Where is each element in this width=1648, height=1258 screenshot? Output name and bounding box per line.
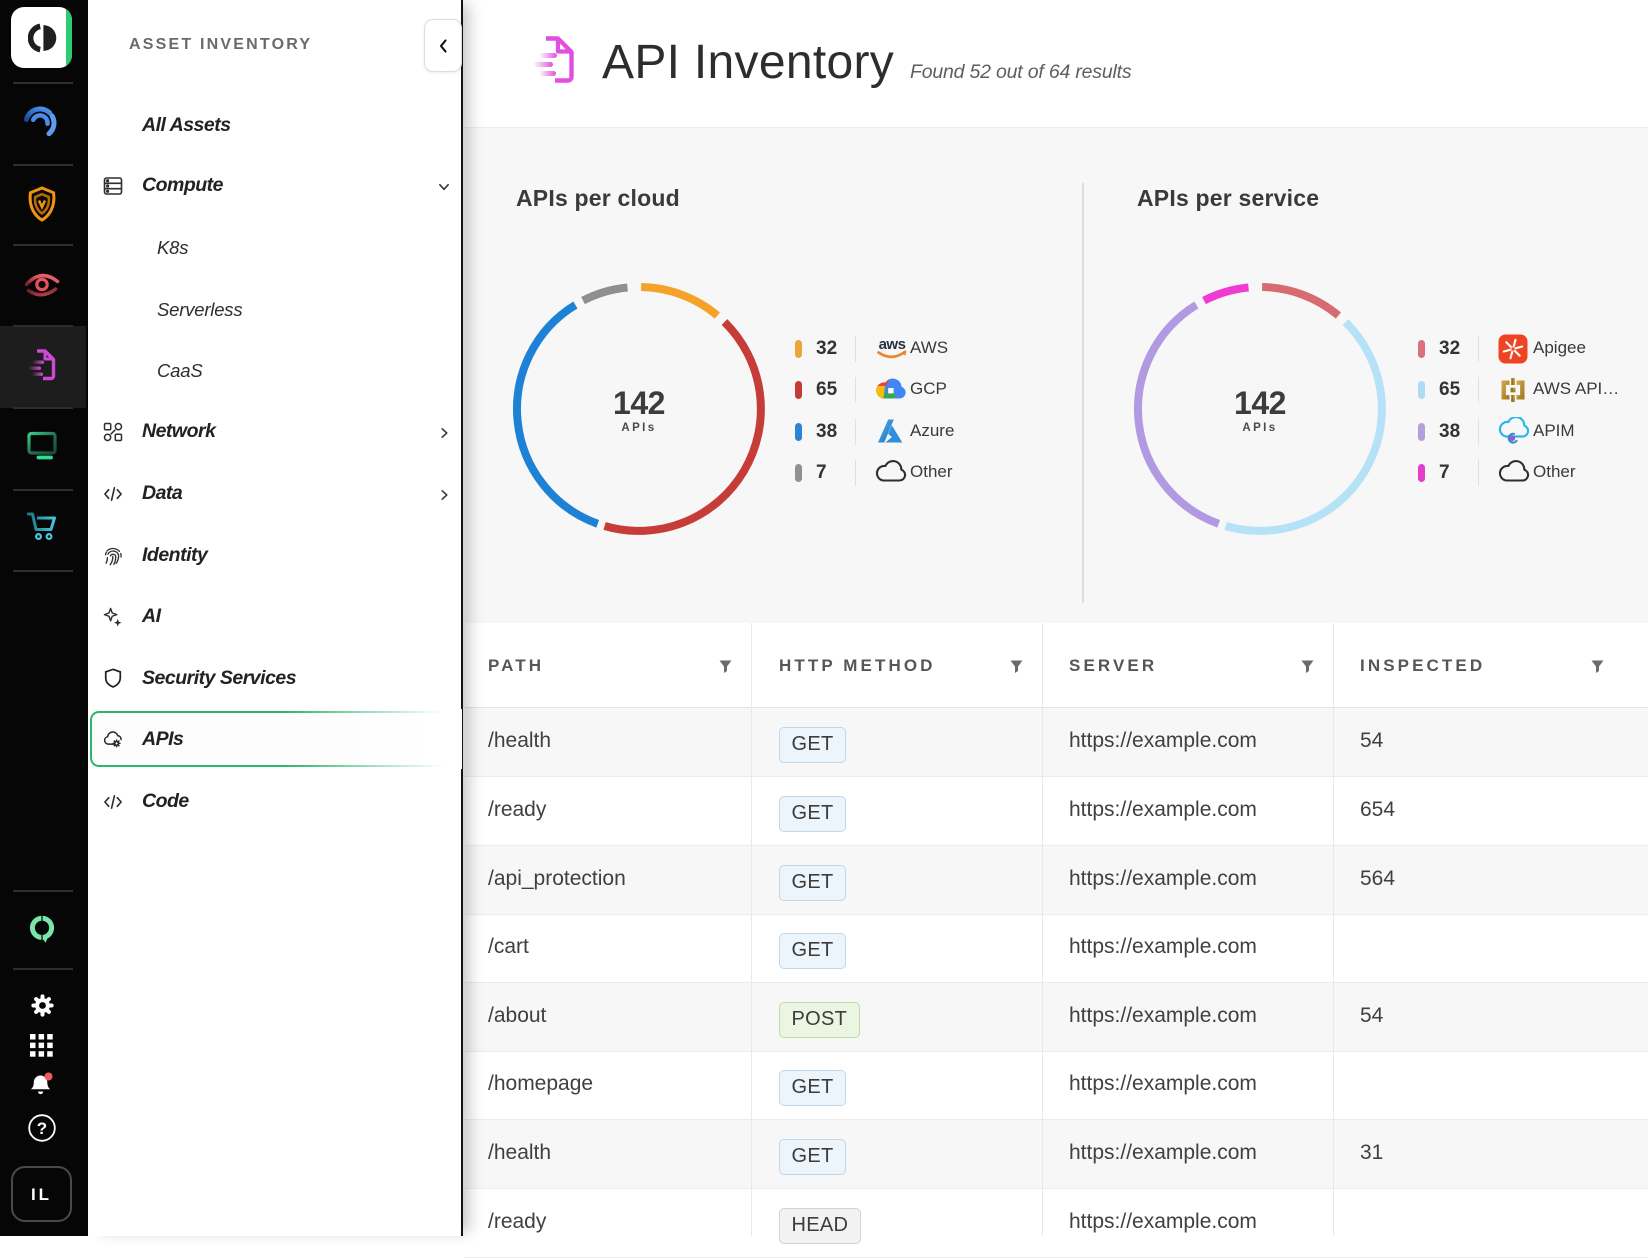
svg-text:aws: aws	[879, 336, 906, 353]
svg-text:?: ?	[37, 1119, 47, 1138]
